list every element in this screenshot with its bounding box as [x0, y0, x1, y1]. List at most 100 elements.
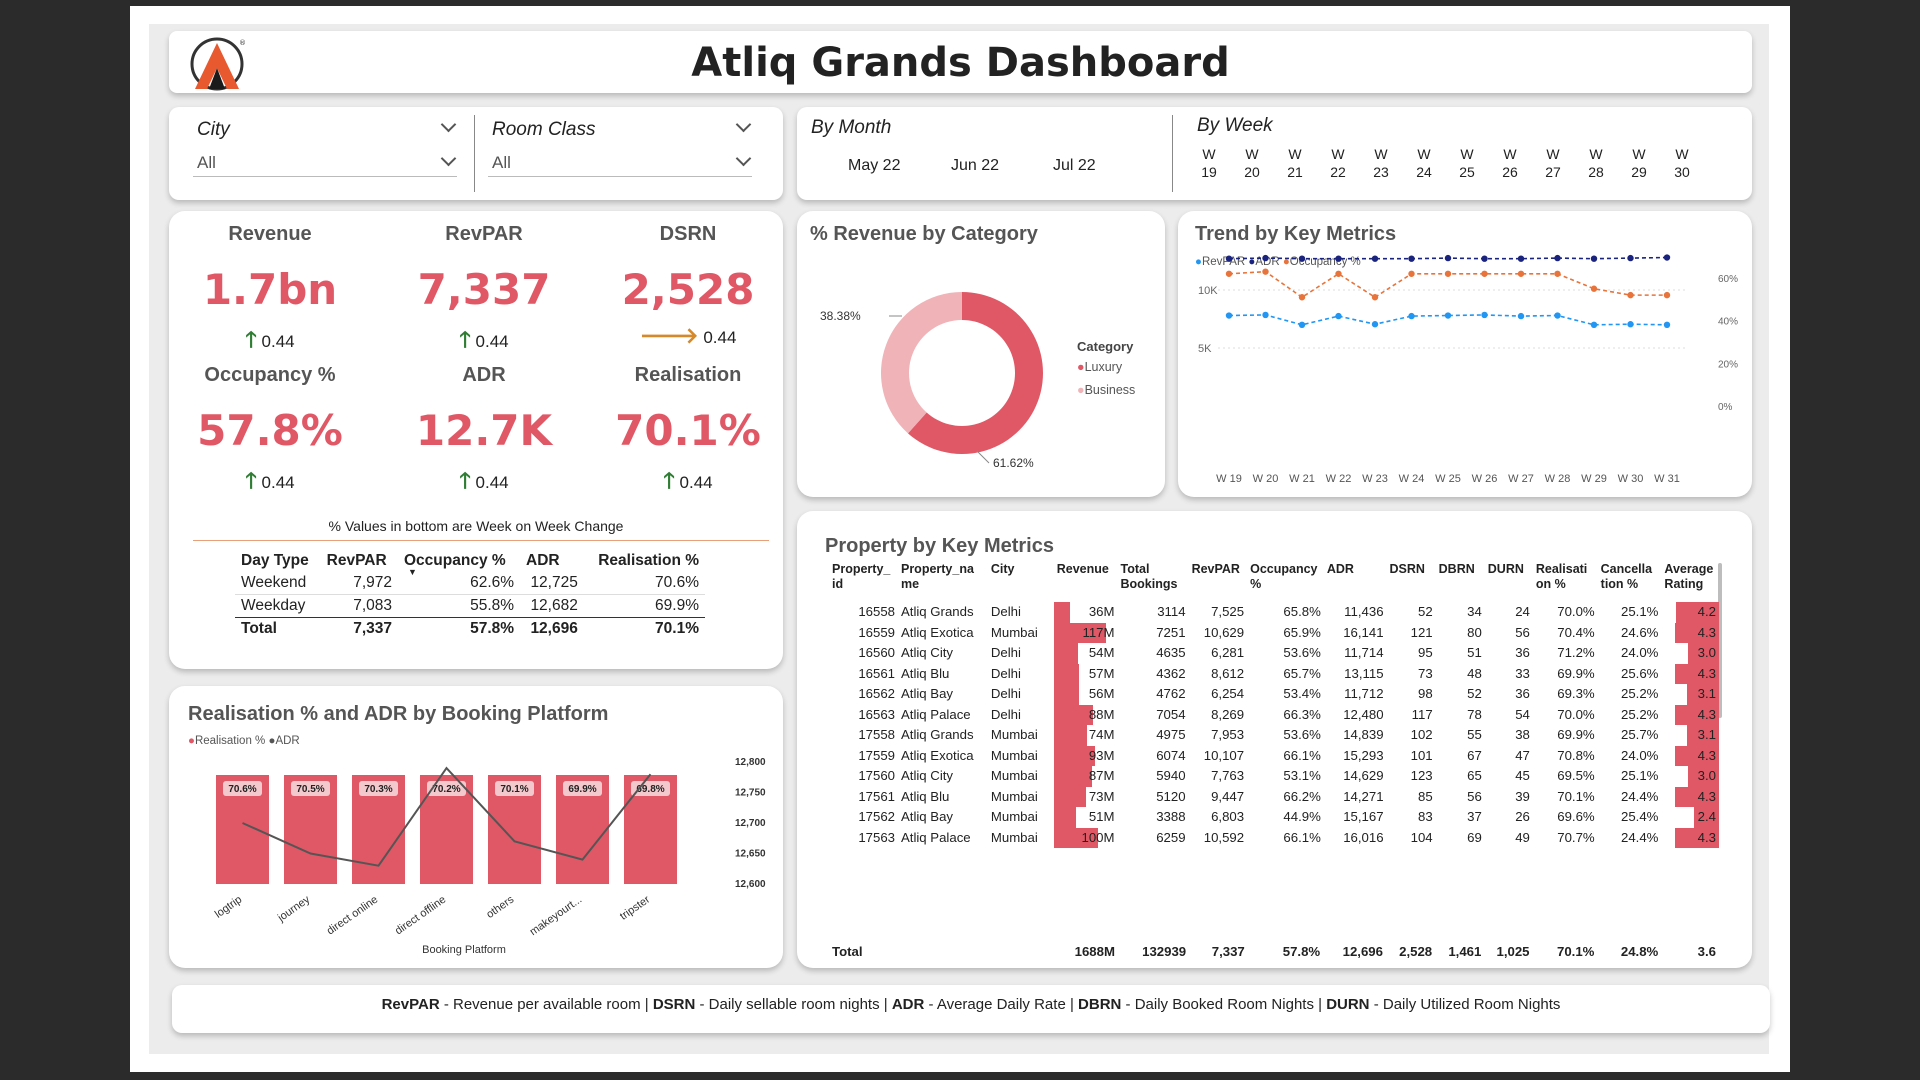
legend-item-business[interactable]: ●Business — [1077, 383, 1135, 397]
data-point[interactable] — [1590, 285, 1598, 292]
data-point[interactable] — [1590, 321, 1598, 328]
month-option[interactable]: Jul 22 — [1053, 157, 1096, 175]
data-point[interactable] — [1554, 254, 1561, 262]
table-row[interactable]: 16560 Atliq City Delhi 54M 4635 6,281 53.6% 11,… — [829, 643, 1719, 664]
table-row[interactable]: 17558 Atliq Grands Mumbai 74M 4975 7,953 53.6%… — [829, 725, 1719, 746]
column-header[interactable]: Average Rating — [1661, 562, 1719, 602]
chevron-down-icon[interactable] — [735, 116, 752, 133]
y2-tick-label: 0% — [1718, 402, 1733, 413]
data-point[interactable] — [1554, 312, 1561, 319]
column-header[interactable]: Occupancy % ▼ — [398, 550, 520, 577]
column-header[interactable]: ADR — [1324, 562, 1387, 602]
data-point[interactable] — [1225, 312, 1233, 319]
data-point[interactable] — [1298, 321, 1306, 328]
column-header[interactable]: Occupancy% — [1247, 562, 1324, 602]
week-option[interactable]: W 28 — [1581, 145, 1611, 181]
week-option[interactable]: W 24 — [1409, 145, 1439, 181]
column-header[interactable]: Property_ id — [829, 562, 898, 602]
x-tick-label: W 22 — [1326, 473, 1352, 485]
data-point[interactable] — [1371, 294, 1379, 301]
week-option[interactable]: W 26 — [1495, 145, 1525, 181]
data-point[interactable] — [1444, 270, 1452, 277]
data-point[interactable] — [1225, 255, 1233, 262]
week-option[interactable]: W 21 — [1280, 145, 1310, 181]
chevron-down-icon[interactable] — [440, 116, 457, 133]
table-row[interactable]: 16562 Atliq Bay Delhi 56M 4762 6,254 53.4% 11,7… — [829, 684, 1719, 705]
data-point[interactable] — [1371, 321, 1379, 328]
table-row[interactable]: 17560 Atliq City Mumbai 87M 5940 7,763 53.1% 14… — [829, 766, 1719, 787]
column-header[interactable]: Realisation % — [1533, 562, 1598, 602]
sort-desc-icon[interactable]: ▼ — [408, 567, 417, 577]
data-point[interactable] — [1627, 291, 1634, 299]
week-option[interactable]: W 30 — [1667, 145, 1697, 181]
week-option[interactable]: W 22 — [1323, 145, 1353, 181]
city-dropdown[interactable]: All — [193, 147, 457, 177]
data-point[interactable] — [1663, 321, 1671, 328]
month-option[interactable]: Jun 22 — [951, 157, 999, 175]
table-cell: 7,083 — [353, 597, 392, 614]
column-header[interactable]: RevPAR — [321, 550, 398, 572]
column-header[interactable]: DSRN — [1387, 562, 1436, 602]
data-point[interactable] — [1517, 270, 1525, 277]
column-header[interactable]: Revenue — [1054, 562, 1118, 602]
table-cell: 25.2% — [1621, 706, 1659, 722]
data-point[interactable] — [1481, 311, 1488, 319]
month-option[interactable]: May 22 — [848, 157, 900, 175]
table-row[interactable]: 17562 Atliq Bay Mumbai 51M 3388 6,803 44.9% 15,… — [829, 807, 1719, 828]
data-point[interactable] — [1554, 270, 1561, 277]
column-header[interactable]: DBRN — [1436, 562, 1485, 602]
data-point[interactable] — [1262, 311, 1269, 319]
data-point[interactable] — [1590, 255, 1598, 262]
week-option[interactable]: W 23 — [1366, 145, 1396, 181]
data-point[interactable] — [1335, 270, 1342, 277]
column-header[interactable]: Realisation % — [584, 550, 705, 572]
week-option[interactable]: W 27 — [1538, 145, 1568, 181]
data-point[interactable] — [1408, 270, 1415, 277]
data-point[interactable] — [1298, 255, 1306, 262]
donut-slice-business[interactable] — [881, 292, 962, 434]
table-row[interactable]: 17561 Atliq Blu Mumbai 73M 5120 9,447 66.2% 14,… — [829, 786, 1719, 807]
data-point[interactable] — [1335, 255, 1342, 262]
data-point[interactable] — [1663, 291, 1671, 299]
revenue-databar — [1053, 684, 1079, 705]
week-option[interactable]: W 20 — [1237, 145, 1267, 181]
column-header[interactable]: DURN — [1485, 562, 1533, 602]
column-header[interactable]: ADR — [520, 550, 584, 572]
data-point[interactable] — [1371, 255, 1379, 262]
table-row[interactable]: 17559 Atliq Exotica Mumbai 93M 6074 10,107 66.… — [829, 745, 1719, 766]
table-row[interactable]: 16563 Atliq Palace Delhi 88M 7054 8,269 66.3% 1… — [829, 704, 1719, 725]
column-header[interactable]: City — [988, 562, 1054, 602]
data-point[interactable] — [1481, 270, 1488, 277]
data-point[interactable] — [1627, 321, 1634, 328]
data-point[interactable] — [1225, 270, 1233, 277]
table-row[interactable]: 16559 Atliq Exotica Mumbai 117M 7251 10,629 65… — [829, 622, 1719, 643]
data-point[interactable] — [1298, 294, 1306, 301]
data-point[interactable] — [1481, 255, 1488, 262]
data-point[interactable] — [1517, 255, 1525, 262]
data-point[interactable] — [1444, 254, 1452, 262]
week-option[interactable]: W 25 — [1452, 145, 1482, 181]
data-point[interactable] — [1517, 312, 1525, 320]
table-cell: 16,141 — [1343, 624, 1384, 640]
week-option[interactable]: W 29 — [1624, 145, 1654, 181]
data-point[interactable] — [1663, 254, 1671, 261]
week-option[interactable]: W 19 — [1194, 145, 1224, 181]
data-point[interactable] — [1444, 312, 1452, 319]
data-point[interactable] — [1335, 312, 1342, 320]
data-point[interactable] — [1262, 254, 1269, 262]
data-point[interactable] — [1627, 254, 1634, 262]
data-point[interactable] — [1408, 255, 1415, 262]
table-row[interactable]: 16558 Atliq Grands Delhi 36M 3114 7,525 65.8% 1… — [829, 602, 1719, 623]
column-header[interactable]: Day Type — [235, 550, 321, 572]
data-point[interactable] — [1408, 312, 1415, 320]
data-point[interactable] — [1262, 268, 1269, 275]
room-class-dropdown[interactable]: All — [488, 147, 752, 177]
table-row[interactable]: 16561 Atliq Blu Delhi 57M 4362 8,612 65.7% 13,1… — [829, 663, 1719, 684]
legend-item-luxury[interactable]: ●Luxury — [1077, 360, 1122, 374]
column-header[interactable]: Total Bookings — [1117, 562, 1188, 602]
column-header[interactable]: RevPAR — [1189, 562, 1248, 602]
table-cell: 83 — [1417, 809, 1433, 824]
table-row[interactable]: 17563 Atliq Palace Mumbai 100M 6259 10,592 66.… — [829, 827, 1719, 848]
column-header[interactable]: Property_na me — [898, 562, 988, 602]
column-header[interactable]: Cancella tion % — [1598, 562, 1662, 602]
